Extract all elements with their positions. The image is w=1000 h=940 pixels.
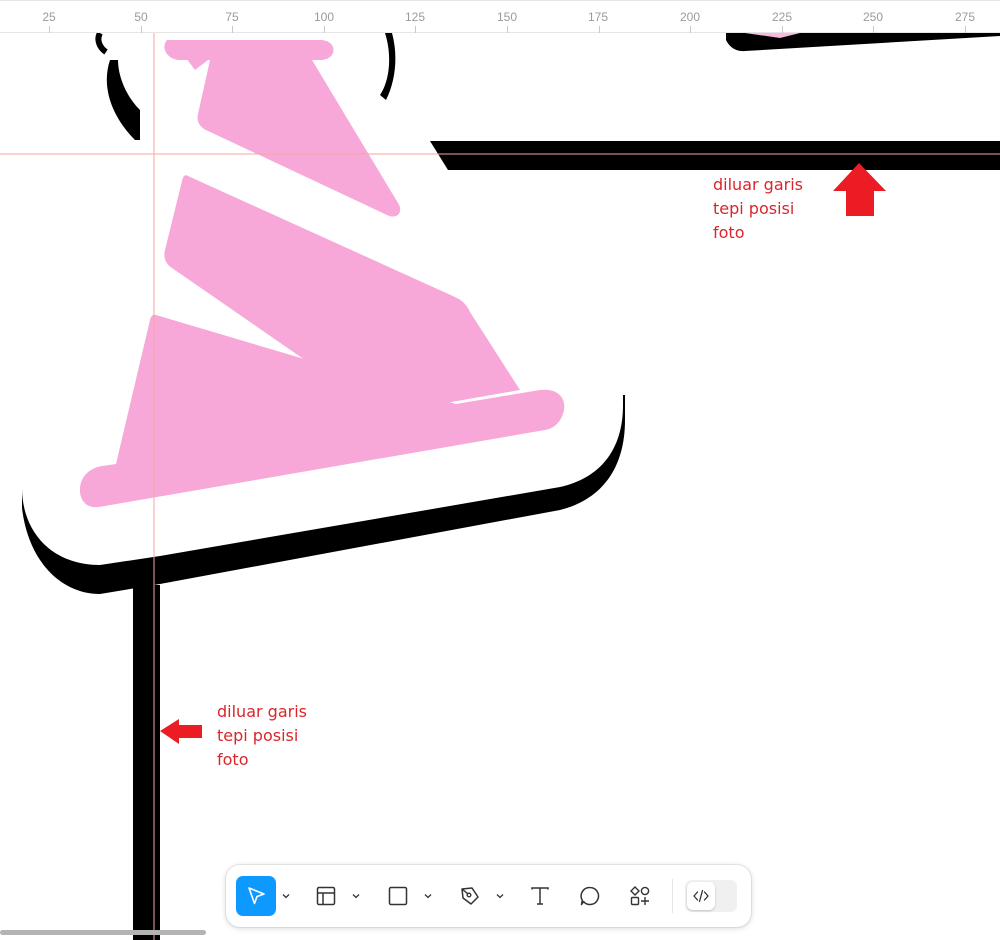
- ruler-tick: [690, 26, 691, 33]
- annotation-left: diluar garis tepi posisi foto: [217, 702, 307, 769]
- ruler-tick: [232, 26, 233, 33]
- ruler-label: 225: [771, 10, 793, 24]
- shape-tool-button[interactable]: [378, 876, 418, 916]
- shapes-plus-icon: [630, 886, 650, 906]
- dev-mode-toggle-knob: [687, 882, 715, 910]
- code-icon: [693, 889, 709, 903]
- frame-icon: [316, 886, 336, 906]
- chevron-down-icon: [424, 894, 432, 899]
- ruler-tick: [965, 26, 966, 33]
- outline-fragment: [95, 33, 108, 55]
- ruler-label: 25: [42, 10, 56, 24]
- shape-tool-dropdown[interactable]: [422, 887, 434, 905]
- photo-frame-edge: [133, 585, 160, 940]
- ruler-label: 250: [862, 10, 884, 24]
- frame-tool-dropdown[interactable]: [350, 887, 362, 905]
- dev-mode-toggle[interactable]: [685, 880, 737, 912]
- move-tool-button[interactable]: [236, 876, 276, 916]
- canvas-artwork: [0, 33, 1000, 940]
- ruler-tick: [507, 26, 508, 33]
- hat-stripe: [197, 60, 401, 217]
- move-tool-dropdown[interactable]: [280, 887, 292, 905]
- pen-icon: [461, 887, 479, 905]
- text-tool-button[interactable]: [520, 876, 560, 916]
- arrow-left-icon: [160, 719, 202, 744]
- design-canvas[interactable]: [0, 33, 1000, 940]
- ruler-tick: [324, 26, 325, 33]
- ruler-label: 75: [225, 10, 239, 24]
- hat-top: [164, 40, 334, 60]
- ruler-label: 100: [313, 10, 335, 24]
- toolbar-divider: [672, 879, 673, 913]
- photo-frame-edge-highlight: [160, 585, 163, 940]
- ruler-tick: [49, 26, 50, 33]
- comment-tool-button[interactable]: [570, 876, 610, 916]
- annotation-right: diluar garis tepi posisi foto: [713, 175, 803, 242]
- ruler-label: 50: [134, 10, 148, 24]
- frame-tool-button[interactable]: [306, 876, 346, 916]
- arrow-up-icon: [833, 163, 886, 216]
- chevron-down-icon: [282, 894, 290, 899]
- bottom-toolbar: [226, 865, 751, 927]
- horizontal-ruler: 25 50 75 100 125 150 175 200 225 250 275: [0, 0, 1000, 33]
- photo-frame-edge: [430, 141, 1000, 170]
- ruler-tick: [141, 26, 142, 33]
- ruler-label: 175: [587, 10, 609, 24]
- cursor-icon: [248, 887, 265, 905]
- horizontal-scrollbar[interactable]: [0, 930, 206, 935]
- ruler-tick: [415, 26, 416, 33]
- comment-icon: [580, 886, 600, 906]
- ruler-tick: [782, 26, 783, 33]
- pen-tool-button[interactable]: [450, 876, 490, 916]
- chevron-down-icon: [352, 894, 360, 899]
- ruler-label: 275: [954, 10, 976, 24]
- chevron-down-icon: [496, 894, 504, 899]
- text-icon: [531, 887, 549, 905]
- resources-tool-button[interactable]: [620, 876, 660, 916]
- ruler-label: 150: [496, 10, 518, 24]
- ruler-label: 200: [679, 10, 701, 24]
- ruler-label: 125: [404, 10, 426, 24]
- ruler-tick: [873, 26, 874, 33]
- rectangle-icon: [388, 886, 408, 906]
- ruler-tick: [599, 26, 600, 33]
- outline-fragment: [106, 60, 140, 140]
- pen-tool-dropdown[interactable]: [494, 887, 506, 905]
- outline-fragment: [380, 33, 396, 100]
